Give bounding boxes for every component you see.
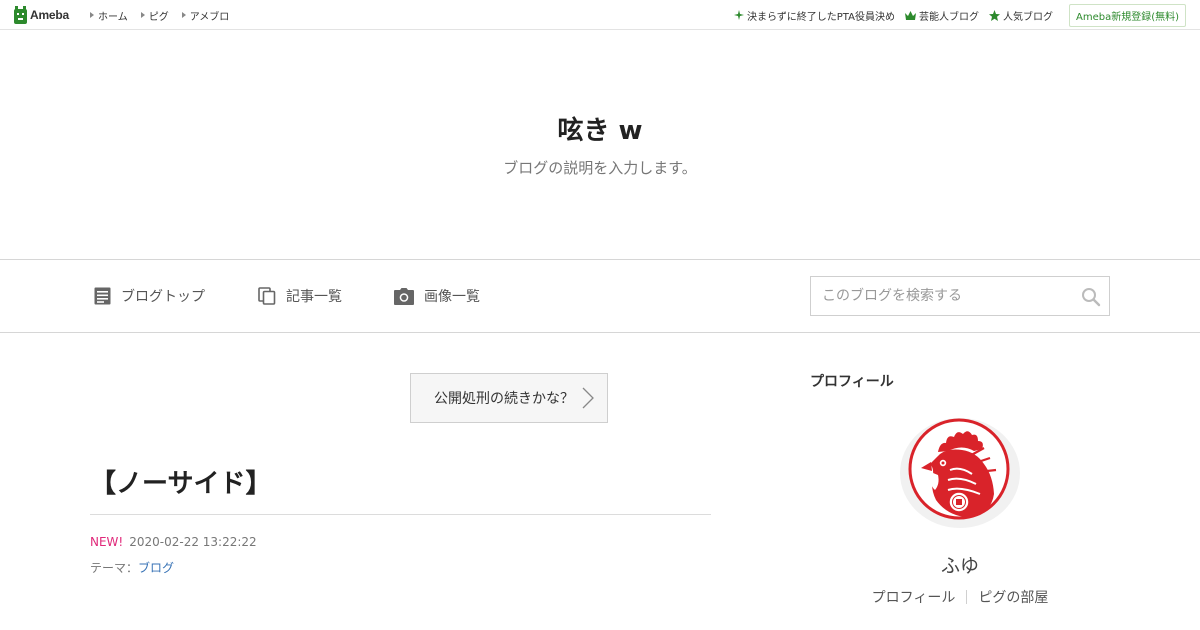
trending-topic-label: 決まらずに終了したPTA役員決め — [746, 11, 895, 23]
nav-entry-list-label: 記事一覧 — [286, 289, 342, 305]
caret-right-icon — [181, 12, 186, 18]
nav-home-label: ホーム — [98, 11, 128, 23]
crown-icon — [904, 10, 916, 20]
profile-avatar[interactable] — [900, 418, 1020, 528]
trending-topic-link[interactable]: 決まらずに終了したPTA役員決め — [733, 8, 895, 23]
nav-image-list[interactable]: 画像一覧 — [394, 286, 480, 306]
popular-blog-link[interactable]: 人気ブログ — [988, 8, 1053, 23]
caret-right-icon — [140, 12, 145, 18]
nav-entry-list[interactable]: 記事一覧 — [258, 286, 342, 306]
camera-icon — [394, 287, 414, 305]
ameba-logo[interactable]: Ameba — [13, 6, 69, 24]
nav-ameblo-label: アメブロ — [189, 11, 230, 23]
star-icon — [988, 9, 1000, 21]
search-icon[interactable] — [1081, 287, 1101, 307]
pigg-room-link[interactable]: ピグの部屋 — [978, 587, 1048, 607]
blog-header: 呟き w ブログの説明を入力します。 — [0, 30, 1200, 259]
sparkle-icon — [733, 10, 744, 20]
new-badge: NEW! — [90, 535, 124, 549]
celebrity-blog-link[interactable]: 芸能人ブログ — [904, 8, 979, 23]
blog-nav: ブログトップ 記事一覧 画像一覧 — [0, 259, 1200, 333]
register-button[interactable]: Ameba新規登録(無料) — [1068, 3, 1186, 27]
nav-blog-top-label: ブログトップ — [121, 289, 205, 305]
profile-link[interactable]: プロフィール — [872, 587, 956, 607]
theme-link[interactable]: ブログ — [138, 561, 174, 575]
nav-pigg-label: ピグ — [148, 11, 169, 23]
profile-heading: プロフィール — [810, 374, 894, 390]
article-theme: テーマ：ブログ — [90, 559, 174, 576]
ameba-mascot-icon — [14, 6, 27, 24]
link-separator — [966, 590, 968, 604]
chevron-right-icon — [582, 387, 594, 409]
popular-blog-label: 人気ブログ — [1002, 11, 1053, 23]
logo-text: Ameba — [30, 8, 70, 22]
blog-description: ブログの説明を入力します。 — [503, 159, 697, 177]
blog-search — [810, 276, 1110, 316]
nav-pigg[interactable]: ピグ — [140, 8, 169, 23]
nav-home[interactable]: ホーム — [90, 8, 128, 23]
document-icon — [94, 287, 111, 305]
article-divider — [90, 514, 711, 515]
caret-right-icon — [90, 12, 94, 18]
global-header: Ameba ホーム ピグ アメブロ 決まらずに終了したPTA役員決め 芸能人ブロ… — [0, 0, 1200, 30]
article-timestamp: 2020-02-22 13:22:22 — [129, 535, 257, 549]
copy-icon — [258, 287, 276, 305]
blog-search-input[interactable] — [811, 277, 1071, 315]
nav-blog-top[interactable]: ブログトップ — [94, 286, 205, 306]
nav-ameblo[interactable]: アメブロ — [181, 8, 230, 23]
previous-entry-label: 公開処刑の続きかな？ — [434, 391, 574, 407]
blog-title[interactable]: 呟き w — [0, 110, 1200, 147]
profile-name[interactable]: ふゆ — [810, 551, 1110, 578]
global-links: 決まらずに終了したPTA役員決め 芸能人ブログ 人気ブログ Ameba新規登録(… — [724, 0, 1186, 30]
nav-image-list-label: 画像一覧 — [424, 289, 480, 305]
celebrity-blog-label: 芸能人ブログ — [918, 11, 979, 23]
article-title[interactable]: 【ノーサイド】 — [90, 463, 271, 500]
theme-label: テーマ： — [90, 561, 139, 575]
article-meta: NEW! 2020-02-22 13:22:22 — [90, 535, 257, 549]
profile-links: プロフィール ピグの部屋 — [810, 587, 1110, 607]
global-nav: ホーム ピグ アメブロ — [90, 0, 242, 30]
previous-entry-button[interactable]: 公開処刑の続きかな？ — [410, 373, 608, 423]
